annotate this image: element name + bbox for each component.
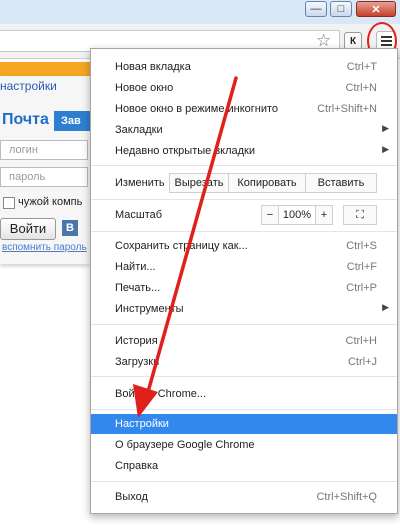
menu-item-label: Новое окно xyxy=(115,82,174,94)
zoom-label: Масштаб xyxy=(115,209,163,221)
login-input[interactable]: логин xyxy=(0,140,88,160)
paste-button[interactable]: Вставить xyxy=(305,173,377,193)
close-button[interactable]: ✕ xyxy=(356,1,396,17)
remember-password-link[interactable]: вспомнить пароль xyxy=(2,242,87,253)
menu-item-shortcut: Ctrl+H xyxy=(345,335,377,347)
fullscreen-icon[interactable]: ⛶ xyxy=(343,205,377,225)
menu-item-label: О браузере Google Chrome xyxy=(115,439,255,451)
menu-item-shortcut: Ctrl+T xyxy=(346,61,377,73)
menu-item-bookmarks[interactable]: Закладки ▶ xyxy=(91,120,397,140)
copy-button[interactable]: Копировать xyxy=(228,173,306,193)
submenu-arrow-icon: ▶ xyxy=(382,144,389,154)
menu-item-settings[interactable]: Настройки xyxy=(91,414,397,434)
menu-item-label: История xyxy=(115,335,158,347)
maximize-button[interactable]: □ xyxy=(330,1,352,17)
menu-item-incognito[interactable]: Новое окно в режиме инкогнито Ctrl+Shift… xyxy=(91,99,397,119)
menu-separator xyxy=(91,376,397,377)
menu-item-about[interactable]: О браузере Google Chrome xyxy=(91,435,397,455)
menu-item-shortcut: Ctrl+N xyxy=(345,82,377,94)
menu-item-print[interactable]: Печать... Ctrl+P xyxy=(91,278,397,298)
menu-item-recent-tabs[interactable]: Недавно открытые вкладки ▶ xyxy=(91,141,397,161)
menu-item-label: Сохранить страницу как... xyxy=(115,240,248,252)
cut-button[interactable]: Вырезать xyxy=(169,173,229,193)
menu-item-new-tab[interactable]: Новая вкладка Ctrl+T xyxy=(91,57,397,77)
settings-link[interactable]: настройки xyxy=(0,79,57,93)
window-titlebar: — □ ✕ xyxy=(0,0,400,24)
vk-icon[interactable]: В xyxy=(62,220,78,236)
menu-separator xyxy=(91,324,397,325)
menu-item-shortcut: Ctrl+S xyxy=(346,240,377,252)
menu-item-label: Найти... xyxy=(115,261,156,273)
menu-separator xyxy=(91,165,397,166)
menu-item-label: Недавно открытые вкладки xyxy=(115,145,256,157)
chrome-menu: Новая вкладка Ctrl+T Новое окно Ctrl+N Н… xyxy=(90,48,398,514)
menu-item-label: Новое окно в режиме инкогнито xyxy=(115,103,279,115)
zoom-plus-button[interactable]: + xyxy=(315,205,333,225)
menu-item-new-window[interactable]: Новое окно Ctrl+N xyxy=(91,78,397,98)
menu-item-tools[interactable]: Инструменты ▶ xyxy=(91,299,397,319)
foreign-computer-checkbox[interactable] xyxy=(3,197,15,209)
mail-header-bar xyxy=(0,62,90,76)
menu-item-label: Закладки xyxy=(115,124,163,136)
zoom-level: 100% xyxy=(278,205,316,225)
menu-item-label: Справка xyxy=(115,460,159,472)
menu-item-label: Новая вкладка xyxy=(115,61,191,73)
zoom-minus-button[interactable]: − xyxy=(261,205,279,225)
menu-item-shortcut: Ctrl+Shift+Q xyxy=(316,491,377,503)
submenu-arrow-icon: ▶ xyxy=(382,302,389,312)
menu-separator xyxy=(91,481,397,482)
menu-item-shortcut: Ctrl+Shift+N xyxy=(317,103,377,115)
menu-separator xyxy=(91,409,397,410)
mail-title[interactable]: Почта xyxy=(2,111,49,129)
menu-item-sign-in[interactable]: Войти в Chrome... xyxy=(91,384,397,404)
menu-item-label: Настройки xyxy=(115,418,169,430)
menu-item-label: Выход xyxy=(115,491,148,503)
menu-item-label: Печать... xyxy=(115,282,161,294)
menu-item-exit[interactable]: Выход Ctrl+Shift+Q xyxy=(91,487,397,507)
menu-item-downloads[interactable]: Загрузки Ctrl+J xyxy=(91,352,397,372)
menu-item-label: Загрузки xyxy=(115,356,160,368)
menu-item-label: Инструменты xyxy=(115,303,184,315)
edit-label: Изменить xyxy=(115,177,165,189)
minimize-button[interactable]: — xyxy=(305,1,327,17)
register-button[interactable]: Зав xyxy=(54,111,90,131)
menu-separator xyxy=(91,199,397,200)
menu-item-shortcut: Ctrl+F xyxy=(346,261,377,273)
menu-item-help[interactable]: Справка xyxy=(91,456,397,476)
menu-separator xyxy=(91,231,397,232)
foreign-computer-label: чужой компь xyxy=(18,196,83,208)
menu-item-history[interactable]: История Ctrl+H xyxy=(91,331,397,351)
menu-item-shortcut: Ctrl+P xyxy=(346,282,377,294)
submenu-arrow-icon: ▶ xyxy=(382,123,389,133)
menu-item-find[interactable]: Найти... Ctrl+F xyxy=(91,257,397,277)
password-input[interactable]: пароль xyxy=(0,167,88,187)
login-button[interactable]: Войти xyxy=(0,218,56,240)
menu-item-label: Войти в Chrome... xyxy=(115,388,207,400)
menu-item-save-page[interactable]: Сохранить страницу как... Ctrl+S xyxy=(91,236,397,256)
menu-item-shortcut: Ctrl+J xyxy=(347,356,377,368)
